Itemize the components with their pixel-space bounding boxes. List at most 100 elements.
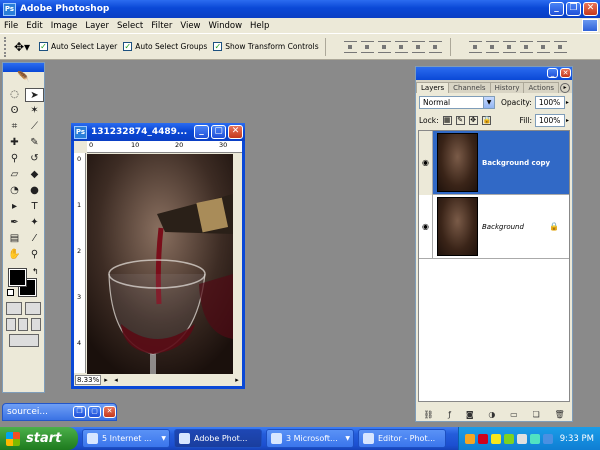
tab-channels[interactable]: Channels [448,82,491,93]
align-right-icon[interactable] [428,40,442,53]
doc-minimize-button[interactable]: _ [194,125,209,139]
menu-filter[interactable]: Filter [147,21,176,31]
foreground-color-swatch[interactable] [8,268,27,287]
menu-file[interactable]: File [0,21,22,31]
tray-icon[interactable] [464,433,475,444]
type-tool-icon[interactable]: T [25,200,44,214]
standard-screen-icon[interactable] [6,318,17,331]
eye-icon[interactable]: ◉ [419,130,433,195]
move-tool-preset-icon[interactable]: ✥▾ [11,40,33,54]
minimized-document[interactable]: sourcei... ❐ ▢ ✕ [2,403,117,421]
document-title-bar[interactable]: Ps 131232874_4489... _ ▢ ✕ [71,123,245,141]
tray-icon[interactable] [477,433,488,444]
mini-close-button[interactable]: ✕ [103,406,116,418]
taskbar-item-internet[interactable]: 5 Internet ... ▼ [82,429,170,448]
adjustment-layer-icon[interactable]: ◑ [488,410,495,419]
lock-position-icon[interactable]: ✥ [468,115,478,125]
taskbar-item-photoshop[interactable]: Adobe Phot... [174,429,262,448]
workspace-icon[interactable] [582,19,598,32]
hand-tool-icon[interactable]: ✋ [5,248,24,262]
menu-help[interactable]: Help [246,21,273,31]
pen-tool-icon[interactable]: ✒ [5,216,24,230]
fill-slider-arrow-icon[interactable]: ▸ [566,117,569,124]
default-colors-icon[interactable] [7,289,14,296]
eye-icon[interactable]: ◉ [419,194,433,259]
menu-edit[interactable]: Edit [22,21,46,31]
standard-mode-icon[interactable] [6,302,23,315]
swap-colors-icon[interactable]: ↰ [32,267,39,276]
menu-select[interactable]: Select [113,21,147,31]
close-button[interactable]: ✕ [583,2,598,16]
brush-tool-icon[interactable]: ✎ [25,136,44,150]
mini-maximize-button[interactable]: ▢ [88,406,101,418]
align-hcenter-icon[interactable] [411,40,425,53]
image-canvas[interactable] [87,154,233,374]
tab-history[interactable]: History [489,82,525,93]
scroll-right-icon[interactable]: ▸ [232,376,242,384]
jump-to-imageready-icon[interactable] [8,334,39,347]
opacity-slider-arrow-icon[interactable]: ▸ [566,99,569,106]
status-menu-arrow-icon[interactable]: ▸ [101,376,111,384]
tray-icon[interactable] [490,433,501,444]
palette-close-button[interactable]: ✕ [560,68,571,78]
lasso-tool-icon[interactable]: ʘ [5,104,24,118]
move-tool-icon[interactable]: ➤ [25,88,44,102]
history-brush-icon[interactable]: ↺ [25,152,44,166]
tab-actions[interactable]: Actions [523,82,560,93]
feather-icon[interactable]: 🪶 [3,72,44,86]
palette-menu-icon[interactable]: ▸ [560,83,570,93]
document-vertical-scrollbar[interactable] [233,153,242,375]
new-group-icon[interactable]: ▭ [510,410,518,419]
eyedropper-icon[interactable]: ⁄ [25,232,44,246]
auto-select-layer-checkbox[interactable]: ✓ Auto Select Layer [39,42,117,51]
magic-wand-icon[interactable]: ✶ [25,104,44,118]
new-layer-icon[interactable]: ❏ [533,410,540,419]
align-left-icon[interactable] [394,40,408,53]
clone-stamp-icon[interactable]: ⚲ [5,152,24,166]
blur-tool-icon[interactable]: ◔ [5,184,24,198]
layer-row-background[interactable]: ◉ Background 🔒 [419,194,569,259]
auto-select-groups-checkbox[interactable]: ✓ Auto Select Groups [123,42,207,51]
layer-mask-icon[interactable]: ◙ [466,410,474,419]
tools-palette-header[interactable] [3,63,44,72]
paint-bucket-icon[interactable]: ◆ [25,168,44,182]
slice-tool-icon[interactable]: ⟋ [25,120,44,134]
distribute-right-icon[interactable] [553,40,567,53]
menu-view[interactable]: View [176,21,204,31]
layers-palette-header[interactable]: _ ✕ [416,67,572,80]
shape-tool-icon[interactable]: ✦ [25,216,44,230]
network-icon[interactable] [529,433,540,444]
zoom-level[interactable]: 8.33% [75,375,101,385]
taskbar-item-editor[interactable]: Editor - Phot... [358,429,446,448]
crop-tool-icon[interactable]: ⌗ [5,120,24,134]
layer-row-background-copy[interactable]: ◉ Background copy [419,130,569,195]
tab-layers[interactable]: Layers [416,82,450,93]
lock-image-icon[interactable]: ✎ [455,115,465,125]
dodge-tool-icon[interactable]: ● [25,184,44,198]
minimize-button[interactable]: _ [549,2,564,16]
lock-all-icon[interactable]: 🔒 [481,115,491,125]
volume-icon[interactable] [516,433,527,444]
start-button[interactable]: start [0,427,78,450]
blend-mode-select[interactable]: Normal ▼ [419,95,495,109]
zoom-tool-icon[interactable]: ⚲ [25,248,44,262]
doc-maximize-button[interactable]: ▢ [211,125,226,139]
menu-image[interactable]: Image [47,21,82,31]
link-layers-icon[interactable]: ⛓ [423,410,433,419]
taskbar-item-microsoft[interactable]: 3 Microsoft... ▼ [266,429,354,448]
align-bottom-icon[interactable] [377,40,391,53]
restore-button[interactable]: ❐ [566,2,581,16]
fill-input[interactable]: 100% [534,113,565,127]
doc-close-button[interactable]: ✕ [228,125,243,139]
distribute-top-icon[interactable] [468,40,482,53]
opacity-input[interactable]: 100% [534,95,565,109]
path-selection-icon[interactable]: ▸ [5,200,24,214]
distribute-vcenter-icon[interactable] [485,40,499,53]
tray-icon[interactable] [542,433,553,444]
delete-layer-icon[interactable]: 🗑 [554,410,564,419]
marquee-tool-icon[interactable]: ◌ [5,88,24,102]
menu-layer[interactable]: Layer [81,21,113,31]
full-screen-icon[interactable] [30,318,41,331]
healing-brush-icon[interactable]: ✚ [5,136,24,150]
palette-minimize-button[interactable]: _ [547,68,558,78]
